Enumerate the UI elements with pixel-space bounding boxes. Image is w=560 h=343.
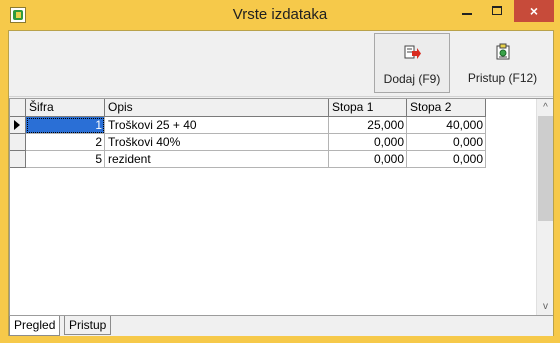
data-grid[interactable]: Šifra Opis Stopa 1 Stopa 2 1 Troškovi 25…	[9, 98, 553, 316]
close-button[interactable]: ×	[514, 0, 554, 22]
add-button-label: Dodaj (F9)	[383, 72, 441, 86]
table-cell-opis[interactable]: Troškovi 40%	[105, 134, 329, 151]
tab-strip: Pregled Pristup	[9, 316, 553, 336]
add-button[interactable]: Dodaj (F9)	[374, 33, 450, 93]
column-header-stopa1[interactable]: Stopa 1	[329, 99, 407, 117]
table-cell-stopa2[interactable]: 0,000	[407, 151, 486, 168]
application-window: Vrste izdataka × Dodaj (F9) Pristup (F12…	[0, 0, 560, 343]
column-header-sifra[interactable]: Šifra	[26, 99, 105, 117]
table-cell-stopa1[interactable]: 25,000	[329, 117, 407, 134]
tab-pregled[interactable]: Pregled	[9, 316, 61, 336]
row-indicator[interactable]	[10, 134, 26, 151]
toolbar: Dodaj (F9) Pristup (F12)	[9, 31, 553, 97]
table-cell-sifra[interactable]: 1	[26, 117, 105, 134]
grid-corner	[10, 99, 26, 117]
title-bar[interactable]: Vrste izdataka ×	[0, 0, 560, 30]
table-cell-stopa2[interactable]: 40,000	[407, 117, 486, 134]
scroll-up-icon[interactable]: ^	[537, 99, 554, 116]
table-cell-stopa1[interactable]: 0,000	[329, 151, 407, 168]
client-area: Dodaj (F9) Pristup (F12) Šifra Opis Stop…	[8, 30, 554, 336]
table-cell-stopa2[interactable]: 0,000	[407, 134, 486, 151]
column-header-stopa2[interactable]: Stopa 2	[407, 99, 486, 117]
maximize-button[interactable]	[482, 0, 512, 22]
scroll-thumb[interactable]	[538, 116, 553, 221]
access-button[interactable]: Pristup (F12)	[452, 33, 553, 93]
access-button-label: Pristup (F12)	[467, 71, 538, 85]
table-cell-sifra[interactable]: 2	[26, 134, 105, 151]
table-cell-sifra[interactable]: 5	[26, 151, 105, 168]
access-icon	[496, 43, 509, 60]
table-cell-opis[interactable]: Troškovi 25 + 40	[105, 117, 329, 134]
current-row-arrow-icon	[14, 120, 20, 130]
tab-pristup[interactable]: Pristup	[64, 316, 112, 335]
table-cell-stopa1[interactable]: 0,000	[329, 134, 407, 151]
table-cell-opis[interactable]: rezident	[105, 151, 329, 168]
minimize-button[interactable]	[452, 0, 482, 22]
scroll-down-icon[interactable]: v	[537, 298, 554, 315]
add-record-icon	[404, 45, 421, 59]
column-header-opis[interactable]: Opis	[105, 99, 329, 117]
minimize-icon	[462, 13, 472, 15]
row-indicator[interactable]	[10, 151, 26, 168]
vertical-scrollbar[interactable]: ^ v	[536, 99, 553, 315]
maximize-icon	[492, 6, 502, 15]
row-indicator[interactable]	[10, 117, 26, 134]
